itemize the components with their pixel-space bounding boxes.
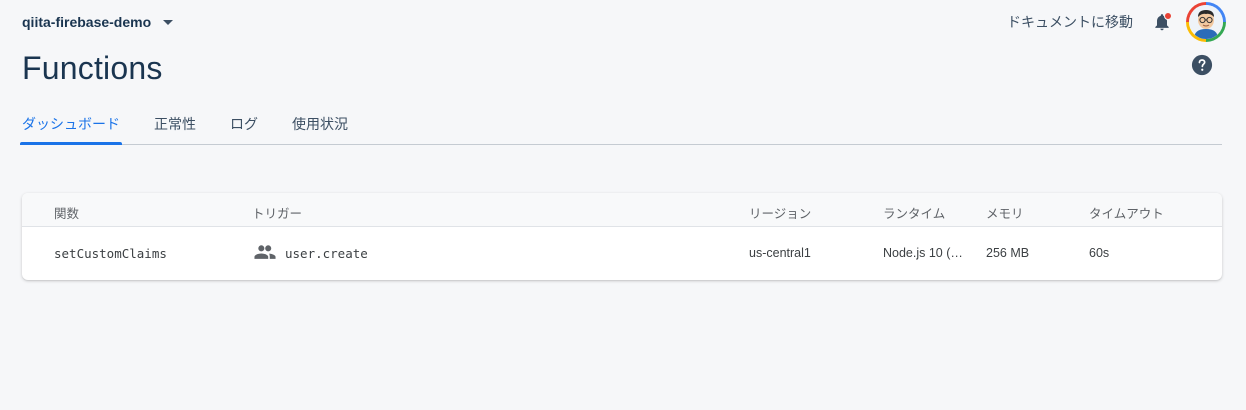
page-title: Functions — [22, 50, 163, 86]
tab-logs[interactable]: ログ — [228, 104, 260, 144]
tab-health[interactable]: 正常性 — [152, 104, 198, 144]
column-header-memory[interactable]: メモリ — [986, 203, 1024, 222]
region-value: us-central1 — [749, 246, 811, 260]
runtime-value: Node.js 10 (… — [883, 246, 963, 260]
column-header-runtime[interactable]: ランタイム — [883, 203, 945, 222]
avatar-face-icon — [1189, 5, 1223, 39]
table-header: 関数 トリガー リージョン ランタイム メモリ タイムアウト — [22, 193, 1222, 227]
column-header-trigger[interactable]: トリガー — [252, 203, 302, 222]
project-name: qiita-firebase-demo — [22, 14, 152, 30]
notification-dot — [1164, 12, 1172, 20]
table-row[interactable]: setCustomClaims user.create us-central1 … — [22, 227, 1222, 279]
top-bar: qiita-firebase-demo ドキュメントに移動 — [0, 0, 1246, 44]
tab-dashboard[interactable]: ダッシュボード — [20, 104, 122, 145]
tab-bar: ダッシュボード 正常性 ログ 使用状況 — [20, 104, 1222, 145]
people-icon — [254, 245, 276, 259]
docs-link[interactable]: ドキュメントに移動 — [1007, 12, 1133, 32]
tab-usage[interactable]: 使用状況 — [290, 104, 350, 144]
function-name[interactable]: setCustomClaims — [54, 246, 167, 261]
trigger-event: user.create — [285, 246, 368, 261]
avatar[interactable] — [1186, 2, 1226, 42]
project-selector[interactable]: qiita-firebase-demo — [22, 12, 174, 32]
functions-table: 関数 トリガー リージョン ランタイム メモリ タイムアウト setCustom… — [22, 193, 1222, 280]
help-icon[interactable] — [1191, 54, 1213, 76]
column-header-region[interactable]: リージョン — [749, 203, 811, 222]
timeout-value: 60s — [1089, 246, 1110, 260]
column-header-function[interactable]: 関数 — [54, 203, 79, 222]
chevron-down-icon — [163, 19, 174, 25]
column-header-timeout[interactable]: タイムアウト — [1089, 203, 1164, 222]
memory-value: 256 MB — [986, 246, 1030, 260]
